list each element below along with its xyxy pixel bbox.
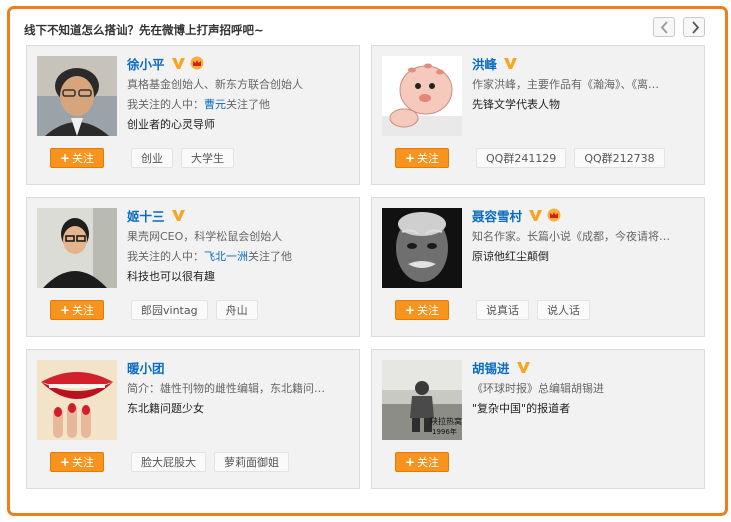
plus-icon: +: [59, 151, 71, 165]
verified-v-icon: [529, 209, 543, 221]
user-card: 姬十三 果壳网CEO，科学松鼠会创始人 我关注的人中：飞北一洲关注了他 科技也可…: [26, 197, 360, 337]
plus-icon: +: [59, 455, 71, 469]
avatar[interactable]: [37, 208, 117, 288]
avatar[interactable]: [382, 208, 462, 288]
follow-button[interactable]: + 关注: [50, 300, 104, 320]
user-tag[interactable]: 舟山: [215, 300, 258, 320]
user-name[interactable]: 暖小团: [127, 358, 165, 377]
user-tag[interactable]: 说真话: [476, 300, 529, 320]
user-name[interactable]: 胡锡进: [472, 358, 510, 377]
user-name[interactable]: 姬十三: [127, 206, 165, 225]
mutual-follow-info: 我关注的人中：飞北一洲关注了他: [127, 250, 292, 263]
user-tagline: 原谅他红尘颠倒: [472, 250, 549, 263]
user-tag[interactable]: 大学生: [181, 148, 234, 168]
plus-icon: +: [59, 303, 71, 317]
user-description: 作家洪峰，主要作品有《瀚海》、《离…: [472, 78, 659, 91]
plus-icon: +: [404, 151, 416, 165]
prev-page-button[interactable]: [653, 17, 675, 37]
avatar[interactable]: [382, 56, 462, 136]
follow-button[interactable]: + 关注: [50, 452, 104, 472]
verified-v-icon: [504, 57, 518, 69]
user-description: 真格基金创始人、新东方联合创始人: [127, 78, 303, 91]
plus-icon: +: [404, 303, 416, 317]
user-card: 洪峰 作家洪峰，主要作品有《瀚海》、《离… 先锋文学代表人物 + 关注 QQ群24…: [371, 45, 705, 185]
user-description: 简介：雄性刊物的雌性编辑，东北籍问…: [127, 382, 325, 395]
user-tag[interactable]: QQ群241129: [476, 148, 567, 168]
user-tag[interactable]: 脸大屁股大: [131, 452, 206, 472]
user-tag[interactable]: 说人话: [537, 300, 590, 320]
chevron-left-icon: [660, 21, 668, 34]
user-tagline: 创业者的心灵导师: [127, 118, 215, 131]
avatar[interactable]: [37, 360, 117, 440]
crown-icon: [190, 56, 204, 70]
avatar[interactable]: 陕拉热窝 1996年: [382, 360, 462, 440]
user-description: 知名作家。长篇小说《成都，今夜请将…: [472, 230, 670, 243]
crown-icon: [547, 208, 561, 222]
follow-button[interactable]: + 关注: [395, 148, 449, 168]
user-card: 聂容雪村 知名作家。长篇小说《成都，今夜请将… 原谅他红尘颠倒 + 关注 说真话 …: [371, 197, 705, 337]
user-tag[interactable]: 创业: [131, 148, 173, 168]
mutual-user-link[interactable]: 曹元: [204, 98, 226, 111]
user-tagline: "复杂中国"的报道者: [472, 402, 571, 415]
user-name[interactable]: 聂容雪村: [472, 206, 522, 225]
user-description: 果壳网CEO，科学松鼠会创始人: [127, 230, 283, 243]
user-name[interactable]: 洪峰: [472, 54, 497, 73]
follow-button[interactable]: + 关注: [50, 148, 104, 168]
follow-button[interactable]: + 关注: [395, 300, 449, 320]
verified-v-icon: [171, 209, 185, 221]
photo-year: 1996年: [432, 427, 457, 436]
user-tag[interactable]: 萝莉面御姐: [214, 452, 289, 472]
verified-v-icon: [171, 57, 185, 69]
mutual-user-link[interactable]: 飞北一洲: [204, 250, 248, 263]
user-card: 暖小团 简介：雄性刊物的雌性编辑，东北籍问… 东北籍问题少女 + 关注 脸大屁股大…: [26, 349, 360, 489]
user-card: 陕拉热窝 1996年 胡锡进 《环球时报》总编辑胡锡进 "复杂中国"的报道者 +…: [371, 349, 705, 489]
user-description: 《环球时报》总编辑胡锡进: [472, 382, 604, 395]
user-card: 徐小平 真格基金创始人、新东方联合创始人 我关注的人中：曹元关注了他 创业者的心…: [26, 45, 360, 185]
photo-caption: 陕拉热窝: [430, 416, 462, 426]
user-tagline: 科技也可以很有趣: [127, 270, 215, 283]
plus-icon: +: [404, 455, 416, 469]
user-name[interactable]: 徐小平: [127, 54, 165, 73]
panel-title: 线下不知道怎么搭讪？先在微博上打声招呼吧~: [24, 23, 264, 37]
user-tagline: 先锋文学代表人物: [472, 98, 560, 111]
user-tag[interactable]: 郎园vintag: [131, 300, 208, 320]
avatar[interactable]: [37, 56, 117, 136]
recommend-panel: 线下不知道怎么搭讪？先在微博上打声招呼吧~ 徐小平 真格基金创始人、新东方联合创…: [7, 6, 728, 516]
chevron-right-icon: [692, 21, 700, 34]
verified-v-icon: [516, 361, 530, 373]
user-tag[interactable]: QQ群212738: [574, 148, 665, 168]
next-page-button[interactable]: [683, 17, 705, 37]
follow-button[interactable]: + 关注: [395, 452, 449, 472]
mutual-follow-info: 我关注的人中：曹元关注了他: [127, 98, 270, 111]
user-tagline: 东北籍问题少女: [127, 402, 204, 415]
